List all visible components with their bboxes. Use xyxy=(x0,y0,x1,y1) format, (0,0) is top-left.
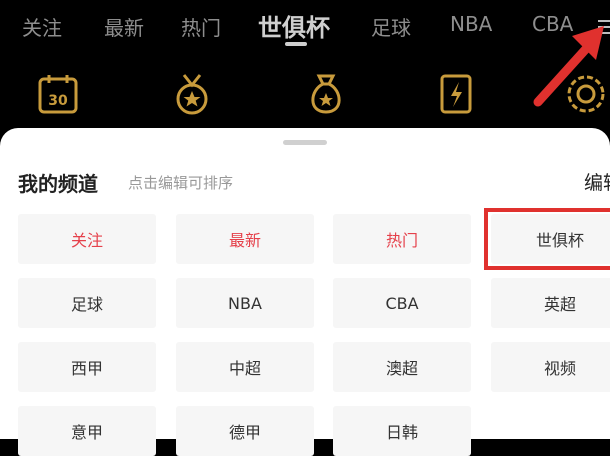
channel-chip-video[interactable]: 视频 xyxy=(491,342,610,392)
calendar-30-icon[interactable]: 30 xyxy=(36,72,80,116)
tab-follow[interactable]: 关注 xyxy=(22,12,62,41)
edit-button[interactable]: 编辑 xyxy=(584,168,610,195)
medal-icon[interactable] xyxy=(170,72,214,116)
channel-chip-follow[interactable]: 关注 xyxy=(18,214,156,264)
tab-football[interactable]: 足球 xyxy=(371,12,411,41)
channel-chip-japan-korea[interactable]: 日韩 xyxy=(333,406,471,456)
channel-chip-football[interactable]: 足球 xyxy=(18,278,156,328)
tab-club-world-cup[interactable]: 世俱杯 xyxy=(258,8,330,43)
channel-chip-csl[interactable]: 中超 xyxy=(176,342,314,392)
channel-chip-bundesliga[interactable]: 德甲 xyxy=(176,406,314,456)
sheet-hint: 点击编辑可排序 xyxy=(128,174,234,192)
channel-chip-la-liga[interactable]: 西甲 xyxy=(18,342,156,392)
annotation-highlight-box xyxy=(484,208,610,270)
channel-chip-cba[interactable]: CBA xyxy=(333,278,471,328)
tab-nba[interactable]: NBA xyxy=(450,12,492,36)
tab-hot[interactable]: 热门 xyxy=(181,12,221,41)
lightning-card-icon[interactable] xyxy=(434,72,478,116)
money-bag-icon[interactable] xyxy=(304,72,348,116)
annotation-arrow-icon xyxy=(533,26,604,107)
channel-chip-premier-league[interactable]: 英超 xyxy=(491,278,610,328)
tab-latest[interactable]: 最新 xyxy=(104,12,144,41)
channel-chip-hot[interactable]: 热门 xyxy=(333,214,471,264)
channel-chip-latest[interactable]: 最新 xyxy=(176,214,314,264)
channel-sheet: 我的频道 点击编辑可排序 编辑 关注 最新 热门 世俱杯 足球 NBA CBA … xyxy=(0,128,610,456)
sheet-title: 我的频道 xyxy=(18,172,98,196)
channel-chip-nba[interactable]: NBA xyxy=(176,278,314,328)
svg-text:30: 30 xyxy=(48,93,68,109)
top-tab-bar: 关注 最新 热门 世俱杯 足球 NBA CBA xyxy=(0,0,610,56)
channel-chip-serie-a[interactable]: 意甲 xyxy=(18,406,156,456)
sheet-drag-handle[interactable] xyxy=(283,140,327,145)
shortcut-icon-bar: 30 xyxy=(0,56,610,136)
active-tab-indicator xyxy=(285,42,307,46)
channel-chip-a-league[interactable]: 澳超 xyxy=(333,342,471,392)
